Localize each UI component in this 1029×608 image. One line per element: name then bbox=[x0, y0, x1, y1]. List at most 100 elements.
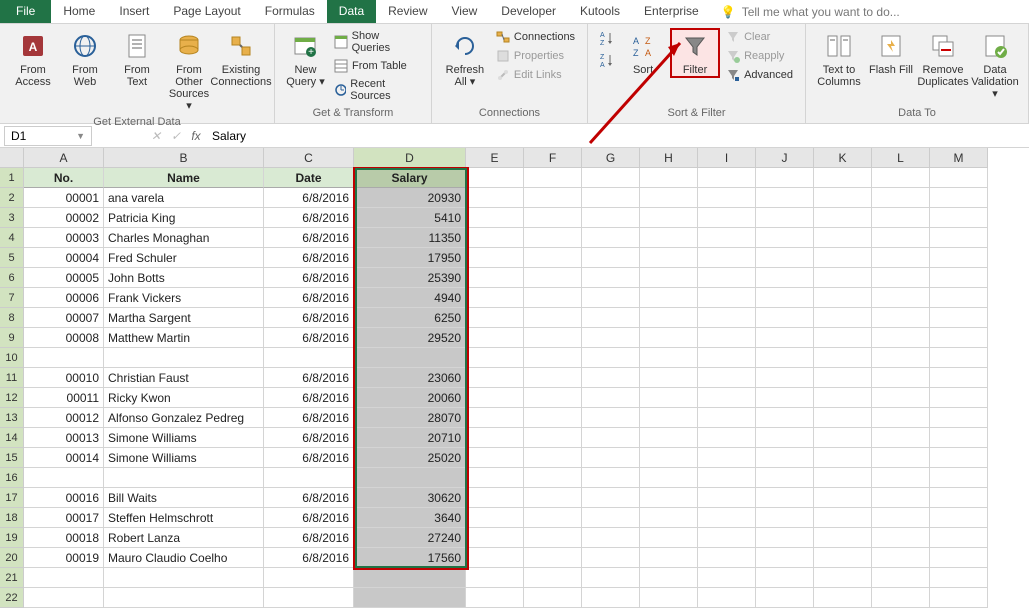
cell-A5[interactable]: 00004 bbox=[24, 248, 104, 268]
cell-C14[interactable]: 6/8/2016 bbox=[264, 428, 354, 448]
cell-A11[interactable]: 00010 bbox=[24, 368, 104, 388]
formula-input[interactable] bbox=[206, 126, 1029, 146]
cell-D13[interactable]: 28070 bbox=[354, 408, 466, 428]
cell-E13[interactable] bbox=[466, 408, 524, 428]
sort-button[interactable]: AZZA Sort bbox=[618, 28, 668, 78]
data-validation-button[interactable]: Data Validation ▾ bbox=[970, 28, 1020, 102]
cell-D8[interactable]: 6250 bbox=[354, 308, 466, 328]
cell-F11[interactable] bbox=[524, 368, 582, 388]
row-header-1[interactable]: 1 bbox=[0, 168, 24, 188]
cell-D2[interactable]: 20930 bbox=[354, 188, 466, 208]
cell-C9[interactable]: 6/8/2016 bbox=[264, 328, 354, 348]
cell-E16[interactable] bbox=[466, 468, 524, 488]
tab-enterprise[interactable]: Enterprise bbox=[632, 0, 711, 23]
select-all-corner[interactable] bbox=[0, 148, 24, 168]
cell-J22[interactable] bbox=[756, 588, 814, 608]
cell-D22[interactable] bbox=[354, 588, 466, 608]
cell-L11[interactable] bbox=[872, 368, 930, 388]
row-header-5[interactable]: 5 bbox=[0, 248, 24, 268]
cell-G7[interactable] bbox=[582, 288, 640, 308]
cell-E1[interactable] bbox=[466, 168, 524, 188]
cancel-formula-button[interactable]: ✕ bbox=[146, 126, 166, 146]
cell-I16[interactable] bbox=[698, 468, 756, 488]
cell-F16[interactable] bbox=[524, 468, 582, 488]
cell-G16[interactable] bbox=[582, 468, 640, 488]
cell-E19[interactable] bbox=[466, 528, 524, 548]
cell-M11[interactable] bbox=[930, 368, 988, 388]
cell-I21[interactable] bbox=[698, 568, 756, 588]
cell-H5[interactable] bbox=[640, 248, 698, 268]
cell-A16[interactable] bbox=[24, 468, 104, 488]
cell-F19[interactable] bbox=[524, 528, 582, 548]
cell-J12[interactable] bbox=[756, 388, 814, 408]
cell-K17[interactable] bbox=[814, 488, 872, 508]
cell-I18[interactable] bbox=[698, 508, 756, 528]
cell-C4[interactable]: 6/8/2016 bbox=[264, 228, 354, 248]
cell-D12[interactable]: 20060 bbox=[354, 388, 466, 408]
tab-home[interactable]: Home bbox=[51, 0, 107, 23]
row-header-9[interactable]: 9 bbox=[0, 328, 24, 348]
cell-E7[interactable] bbox=[466, 288, 524, 308]
row-header-13[interactable]: 13 bbox=[0, 408, 24, 428]
cell-F1[interactable] bbox=[524, 168, 582, 188]
cell-F2[interactable] bbox=[524, 188, 582, 208]
cell-C18[interactable]: 6/8/2016 bbox=[264, 508, 354, 528]
cell-K4[interactable] bbox=[814, 228, 872, 248]
cell-C19[interactable]: 6/8/2016 bbox=[264, 528, 354, 548]
flash-fill-button[interactable]: Flash Fill bbox=[866, 28, 916, 78]
cell-M16[interactable] bbox=[930, 468, 988, 488]
cell-G9[interactable] bbox=[582, 328, 640, 348]
column-header-L[interactable]: L bbox=[872, 148, 930, 168]
cell-C10[interactable] bbox=[264, 348, 354, 368]
cell-A12[interactable]: 00011 bbox=[24, 388, 104, 408]
sort-descending-button[interactable]: ZA bbox=[596, 50, 616, 70]
cell-K3[interactable] bbox=[814, 208, 872, 228]
cell-G1[interactable] bbox=[582, 168, 640, 188]
cell-B4[interactable]: Charles Monaghan bbox=[104, 228, 264, 248]
row-header-3[interactable]: 3 bbox=[0, 208, 24, 228]
cell-E4[interactable] bbox=[466, 228, 524, 248]
cell-K10[interactable] bbox=[814, 348, 872, 368]
cell-J1[interactable] bbox=[756, 168, 814, 188]
cell-F14[interactable] bbox=[524, 428, 582, 448]
cell-M6[interactable] bbox=[930, 268, 988, 288]
cell-C15[interactable]: 6/8/2016 bbox=[264, 448, 354, 468]
cell-J15[interactable] bbox=[756, 448, 814, 468]
cell-E5[interactable] bbox=[466, 248, 524, 268]
cell-M3[interactable] bbox=[930, 208, 988, 228]
cell-H20[interactable] bbox=[640, 548, 698, 568]
cell-D18[interactable]: 3640 bbox=[354, 508, 466, 528]
row-header-22[interactable]: 22 bbox=[0, 588, 24, 608]
cell-G19[interactable] bbox=[582, 528, 640, 548]
cell-H12[interactable] bbox=[640, 388, 698, 408]
cell-K21[interactable] bbox=[814, 568, 872, 588]
cell-I20[interactable] bbox=[698, 548, 756, 568]
cell-I22[interactable] bbox=[698, 588, 756, 608]
cell-J2[interactable] bbox=[756, 188, 814, 208]
cell-F8[interactable] bbox=[524, 308, 582, 328]
cell-L7[interactable] bbox=[872, 288, 930, 308]
cell-I2[interactable] bbox=[698, 188, 756, 208]
tab-kutools[interactable]: Kutools bbox=[568, 0, 632, 23]
cell-E20[interactable] bbox=[466, 548, 524, 568]
tell-me-box[interactable]: 💡 Tell me what you want to do... bbox=[711, 0, 910, 23]
cell-E3[interactable] bbox=[466, 208, 524, 228]
cell-E18[interactable] bbox=[466, 508, 524, 528]
from-table-button[interactable]: From Table bbox=[330, 57, 423, 75]
cell-G13[interactable] bbox=[582, 408, 640, 428]
cell-M5[interactable] bbox=[930, 248, 988, 268]
cell-K7[interactable] bbox=[814, 288, 872, 308]
column-header-J[interactable]: J bbox=[756, 148, 814, 168]
cell-K2[interactable] bbox=[814, 188, 872, 208]
cell-F6[interactable] bbox=[524, 268, 582, 288]
cell-L8[interactable] bbox=[872, 308, 930, 328]
cell-M7[interactable] bbox=[930, 288, 988, 308]
row-header-7[interactable]: 7 bbox=[0, 288, 24, 308]
cell-H14[interactable] bbox=[640, 428, 698, 448]
cell-H4[interactable] bbox=[640, 228, 698, 248]
cell-J4[interactable] bbox=[756, 228, 814, 248]
cell-G18[interactable] bbox=[582, 508, 640, 528]
advanced-filter-button[interactable]: Advanced bbox=[722, 66, 797, 84]
cell-G4[interactable] bbox=[582, 228, 640, 248]
cell-C11[interactable]: 6/8/2016 bbox=[264, 368, 354, 388]
